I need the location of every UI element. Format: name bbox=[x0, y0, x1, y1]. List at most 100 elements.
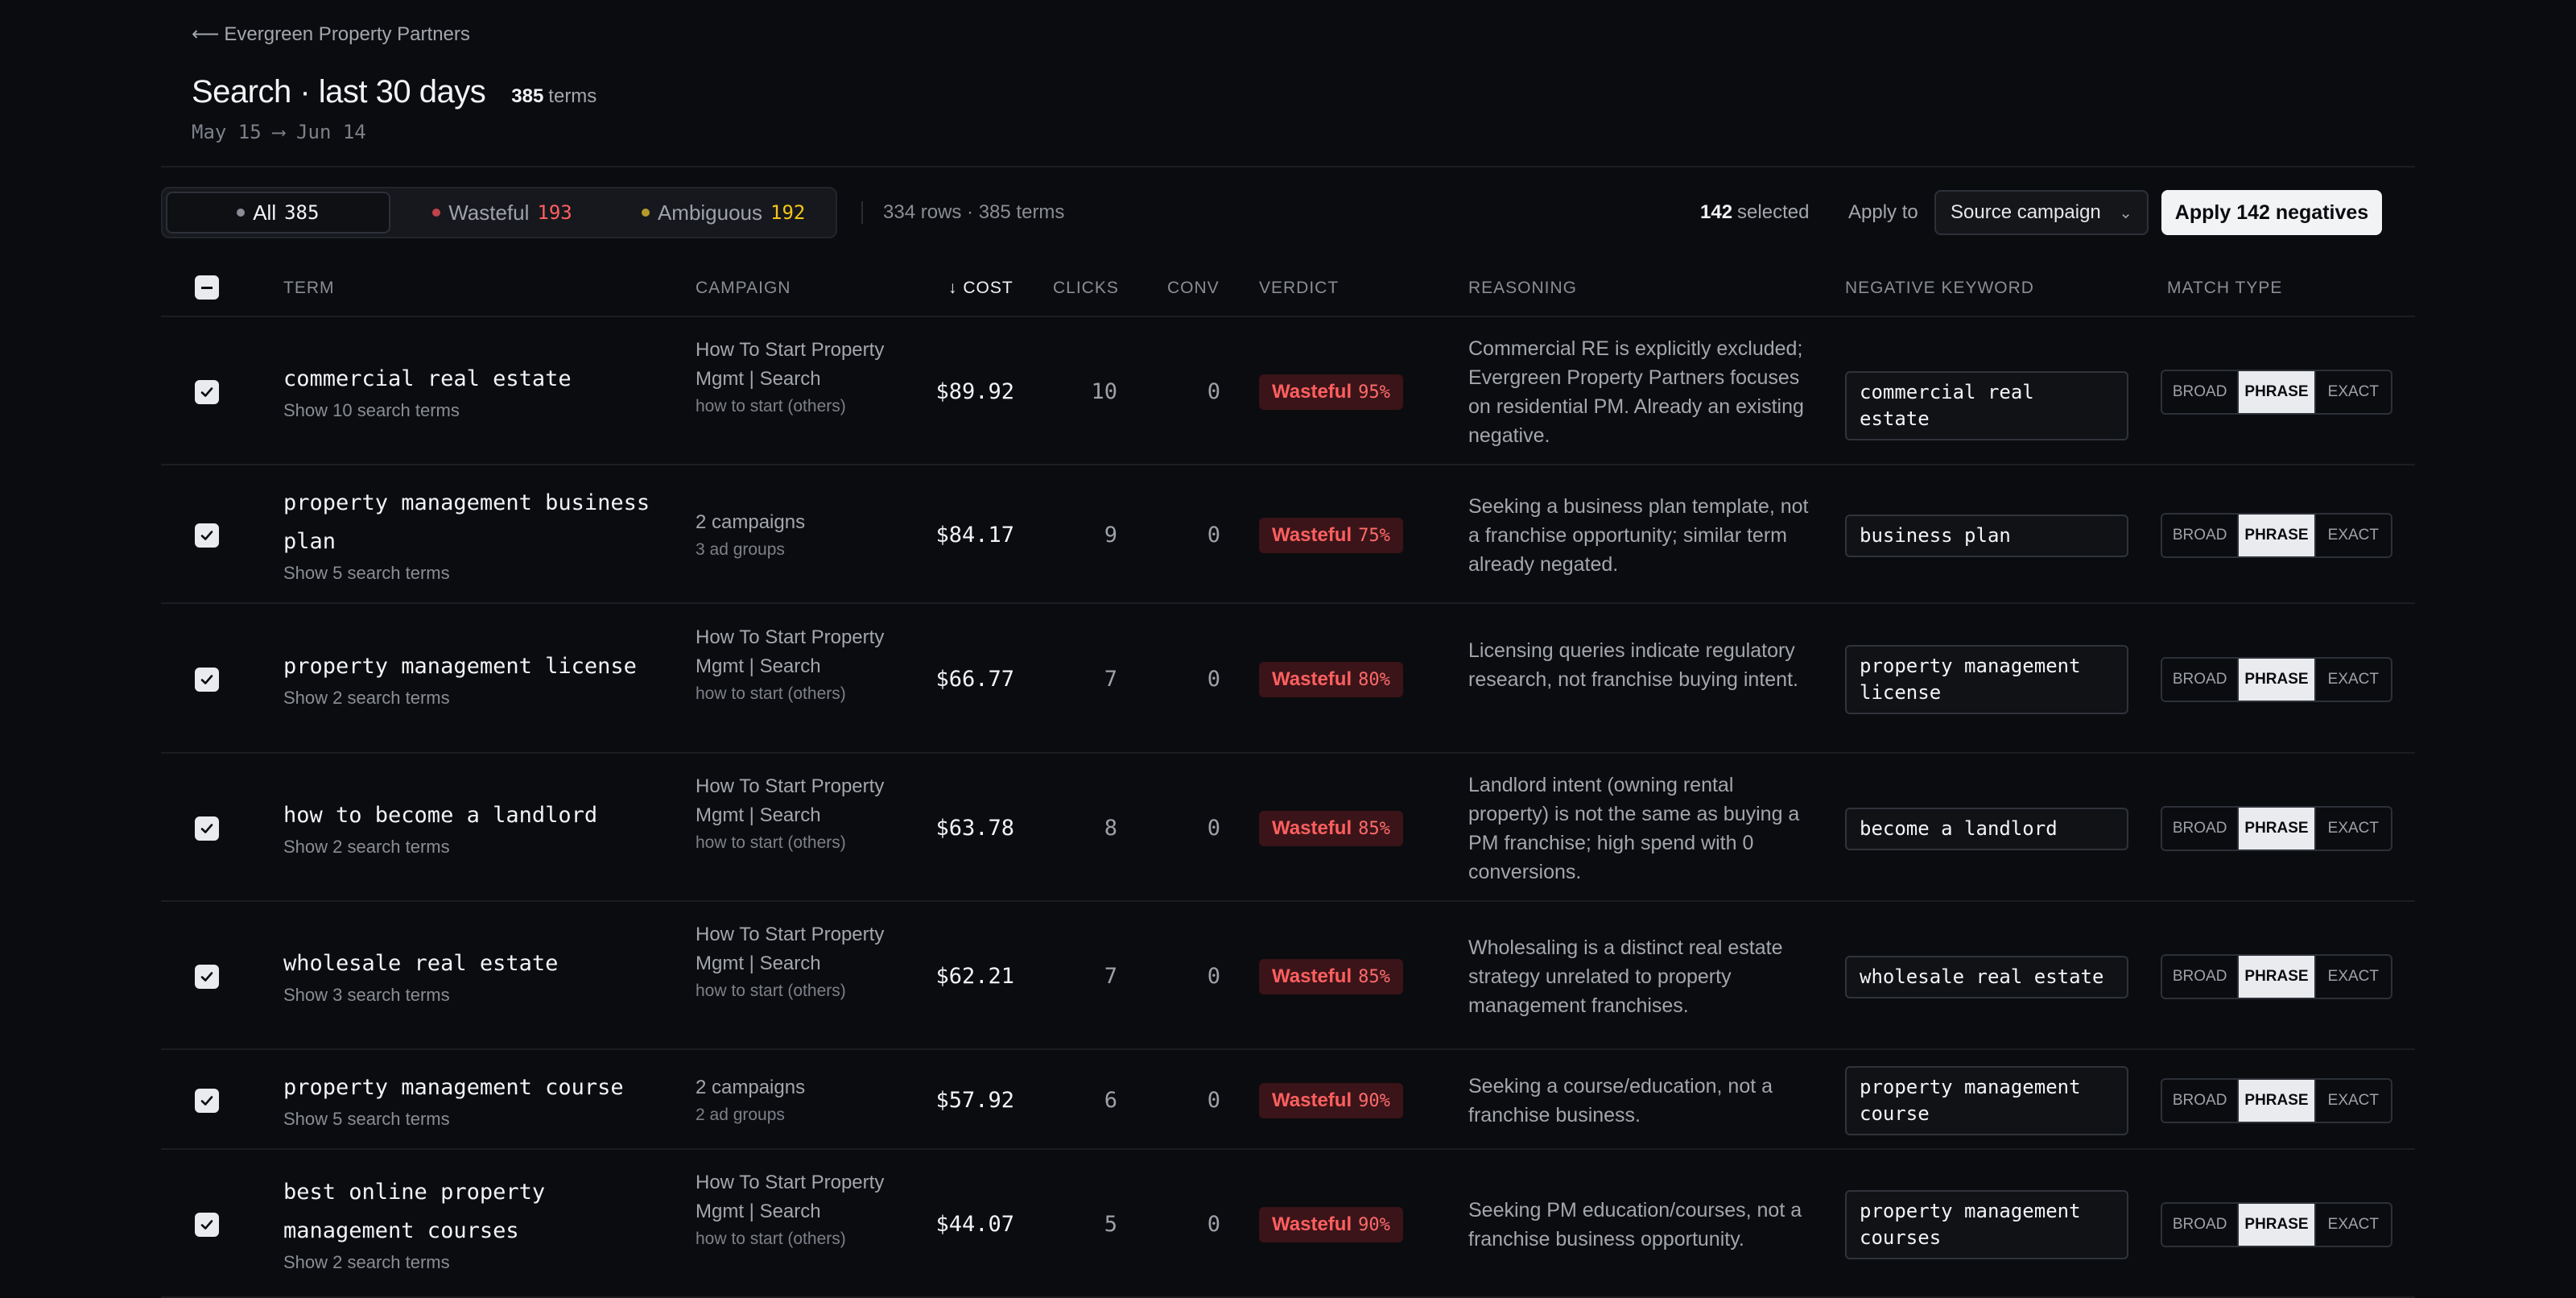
clicks-value: 9 bbox=[1104, 523, 1117, 548]
checkmark-icon bbox=[200, 531, 213, 540]
show-search-terms-link[interactable]: Show 3 search terms bbox=[283, 985, 662, 1006]
term-cell: property management license Show 2 search… bbox=[283, 647, 662, 709]
verdict-badge: Wasteful 75% bbox=[1259, 518, 1403, 553]
filter-tab-wasteful[interactable]: Wasteful 193 bbox=[390, 192, 615, 234]
filter-tab-count: 193 bbox=[537, 201, 572, 224]
clicks-value: 5 bbox=[1104, 1212, 1117, 1237]
match-type-phrase-button[interactable]: PHRASE bbox=[2237, 956, 2314, 998]
title-row: Search · last 30 days 385 terms bbox=[192, 74, 597, 110]
match-type-exact-button[interactable]: EXACT bbox=[2314, 515, 2391, 556]
match-type-phrase-button[interactable]: PHRASE bbox=[2237, 371, 2314, 413]
column-header-verdict[interactable]: VERDICT bbox=[1259, 279, 1339, 298]
match-type-broad-button[interactable]: BROAD bbox=[2162, 1204, 2237, 1246]
match-type-phrase-button[interactable]: PHRASE bbox=[2237, 808, 2314, 849]
negative-keyword-input[interactable]: become a landlord bbox=[1845, 807, 2128, 850]
term-cell: wholesale real estate Show 3 search terms bbox=[283, 945, 662, 1006]
match-type-exact-button[interactable]: EXACT bbox=[2314, 808, 2391, 849]
verdict-label: Wasteful bbox=[1272, 381, 1352, 403]
match-type-exact-button[interactable]: EXACT bbox=[2314, 956, 2391, 998]
cost-value: $62.21 bbox=[935, 964, 1014, 989]
match-type-exact-button[interactable]: EXACT bbox=[2314, 659, 2391, 701]
verdict-badge: Wasteful 85% bbox=[1259, 811, 1403, 846]
back-link-label: Evergreen Property Partners bbox=[224, 23, 470, 45]
column-header-cost[interactable]: ↓ COST bbox=[948, 279, 1053, 298]
match-type-broad-button[interactable]: BROAD bbox=[2162, 371, 2237, 413]
campaign-name: How To Start Property Mgmt | Search bbox=[696, 626, 885, 677]
filter-tab-ambiguous[interactable]: Ambiguous 192 bbox=[614, 192, 832, 234]
negative-keyword-input[interactable]: wholesale real estate bbox=[1845, 955, 2128, 998]
row-checkbox[interactable] bbox=[195, 816, 219, 841]
match-type-toggle: BROAD PHRASE EXACT bbox=[2161, 806, 2392, 851]
reasoning-text: Commercial RE is explicitly excluded; Ev… bbox=[1468, 337, 1804, 447]
table-row: property management course Show 5 search … bbox=[161, 1052, 2415, 1150]
campaign-cell: 2 campaigns 2 ad groups bbox=[696, 1073, 905, 1128]
column-header-conv[interactable]: CONV bbox=[1167, 279, 1220, 298]
status-dot-icon bbox=[237, 209, 246, 217]
select-all-checkbox[interactable] bbox=[195, 275, 219, 300]
show-search-terms-link[interactable]: Show 5 search terms bbox=[283, 563, 662, 584]
search-term: how to become a landlord bbox=[283, 803, 598, 828]
cost-value: $89.92 bbox=[935, 379, 1014, 404]
row-checkbox[interactable] bbox=[195, 380, 219, 404]
match-type-broad-button[interactable]: BROAD bbox=[2162, 515, 2237, 556]
clicks-value: 10 bbox=[1091, 379, 1117, 404]
match-type-broad-button[interactable]: BROAD bbox=[2162, 659, 2237, 701]
search-term: property management license bbox=[283, 654, 637, 679]
match-type-toggle: BROAD PHRASE EXACT bbox=[2161, 370, 2392, 415]
verdict-label: Wasteful bbox=[1272, 1213, 1352, 1235]
negative-keyword-input[interactable]: property management license bbox=[1845, 645, 2128, 714]
clicks-value: 6 bbox=[1104, 1088, 1117, 1113]
apply-to-value: Source campaign bbox=[1951, 201, 2101, 223]
match-type-exact-button[interactable]: EXACT bbox=[2314, 1080, 2391, 1122]
column-header-term[interactable]: TERM bbox=[283, 279, 335, 298]
negative-keyword-input[interactable]: property management courses bbox=[1845, 1190, 2128, 1259]
search-term: best online property management courses bbox=[283, 1180, 546, 1243]
match-type-exact-button[interactable]: EXACT bbox=[2314, 1204, 2391, 1246]
show-search-terms-link[interactable]: Show 2 search terms bbox=[283, 688, 662, 709]
verdict-badge: Wasteful 80% bbox=[1259, 662, 1403, 697]
column-header-clicks[interactable]: CLICKS bbox=[1053, 279, 1119, 298]
row-checkbox[interactable] bbox=[195, 965, 219, 989]
term-cell: commercial real estate Show 10 search ter… bbox=[283, 360, 662, 421]
match-type-toggle: BROAD PHRASE EXACT bbox=[2161, 1078, 2392, 1123]
filter-tab-all[interactable]: All 385 bbox=[166, 192, 390, 234]
search-term: property management business plan bbox=[283, 490, 650, 554]
ad-group-name: 2 ad groups bbox=[696, 1106, 785, 1124]
match-type-exact-button[interactable]: EXACT bbox=[2314, 371, 2391, 413]
verdict-confidence: 95% bbox=[1358, 382, 1390, 403]
back-link[interactable]: ⟵ Evergreen Property Partners bbox=[192, 23, 470, 46]
show-search-terms-link[interactable]: Show 10 search terms bbox=[283, 400, 662, 421]
match-type-broad-button[interactable]: BROAD bbox=[2162, 1080, 2237, 1122]
table-row: how to become a landlord Show 2 search te… bbox=[161, 755, 2415, 902]
checkmark-icon bbox=[200, 387, 213, 397]
conv-value: 0 bbox=[1207, 816, 1220, 841]
selected-count: 142 bbox=[1700, 201, 1733, 223]
negative-keyword-input[interactable]: property management course bbox=[1845, 1066, 2128, 1135]
row-checkbox[interactable] bbox=[195, 1089, 219, 1113]
row-checkbox[interactable] bbox=[195, 1213, 219, 1237]
negative-keyword-input[interactable]: commercial real estate bbox=[1845, 370, 2128, 440]
match-type-phrase-button[interactable]: PHRASE bbox=[2237, 659, 2314, 701]
reasoning-text: Seeking PM education/courses, not a fran… bbox=[1468, 1199, 1802, 1250]
ad-group-name: how to start (others) bbox=[696, 982, 846, 1000]
row-checkbox[interactable] bbox=[195, 523, 219, 548]
row-checkbox[interactable] bbox=[195, 668, 219, 692]
match-type-broad-button[interactable]: BROAD bbox=[2162, 808, 2237, 849]
column-header-campaign[interactable]: CAMPAIGN bbox=[696, 279, 791, 298]
match-type-broad-button[interactable]: BROAD bbox=[2162, 956, 2237, 998]
apply-negatives-button[interactable]: Apply 142 negatives bbox=[2161, 190, 2382, 235]
verdict-confidence: 75% bbox=[1358, 525, 1390, 546]
campaign-name: How To Start Property Mgmt | Search bbox=[696, 775, 885, 826]
apply-to-select[interactable]: Source campaign ⌄ bbox=[1934, 190, 2149, 235]
match-type-phrase-button[interactable]: PHRASE bbox=[2237, 1080, 2314, 1122]
term-cell: property management business plan Show 5 … bbox=[283, 484, 662, 584]
filter-tab-count: 385 bbox=[284, 201, 320, 224]
show-search-terms-link[interactable]: Show 2 search terms bbox=[283, 1252, 662, 1273]
match-type-phrase-button[interactable]: PHRASE bbox=[2237, 1204, 2314, 1246]
ad-group-name: how to start (others) bbox=[696, 397, 846, 415]
show-search-terms-link[interactable]: Show 2 search terms bbox=[283, 837, 662, 858]
table-header: TERM CAMPAIGN ↓ COST CLICKS CONV VERDICT… bbox=[161, 259, 2415, 317]
negative-keyword-input[interactable]: business plan bbox=[1845, 514, 2128, 557]
show-search-terms-link[interactable]: Show 5 search terms bbox=[283, 1109, 662, 1130]
match-type-phrase-button[interactable]: PHRASE bbox=[2237, 515, 2314, 556]
